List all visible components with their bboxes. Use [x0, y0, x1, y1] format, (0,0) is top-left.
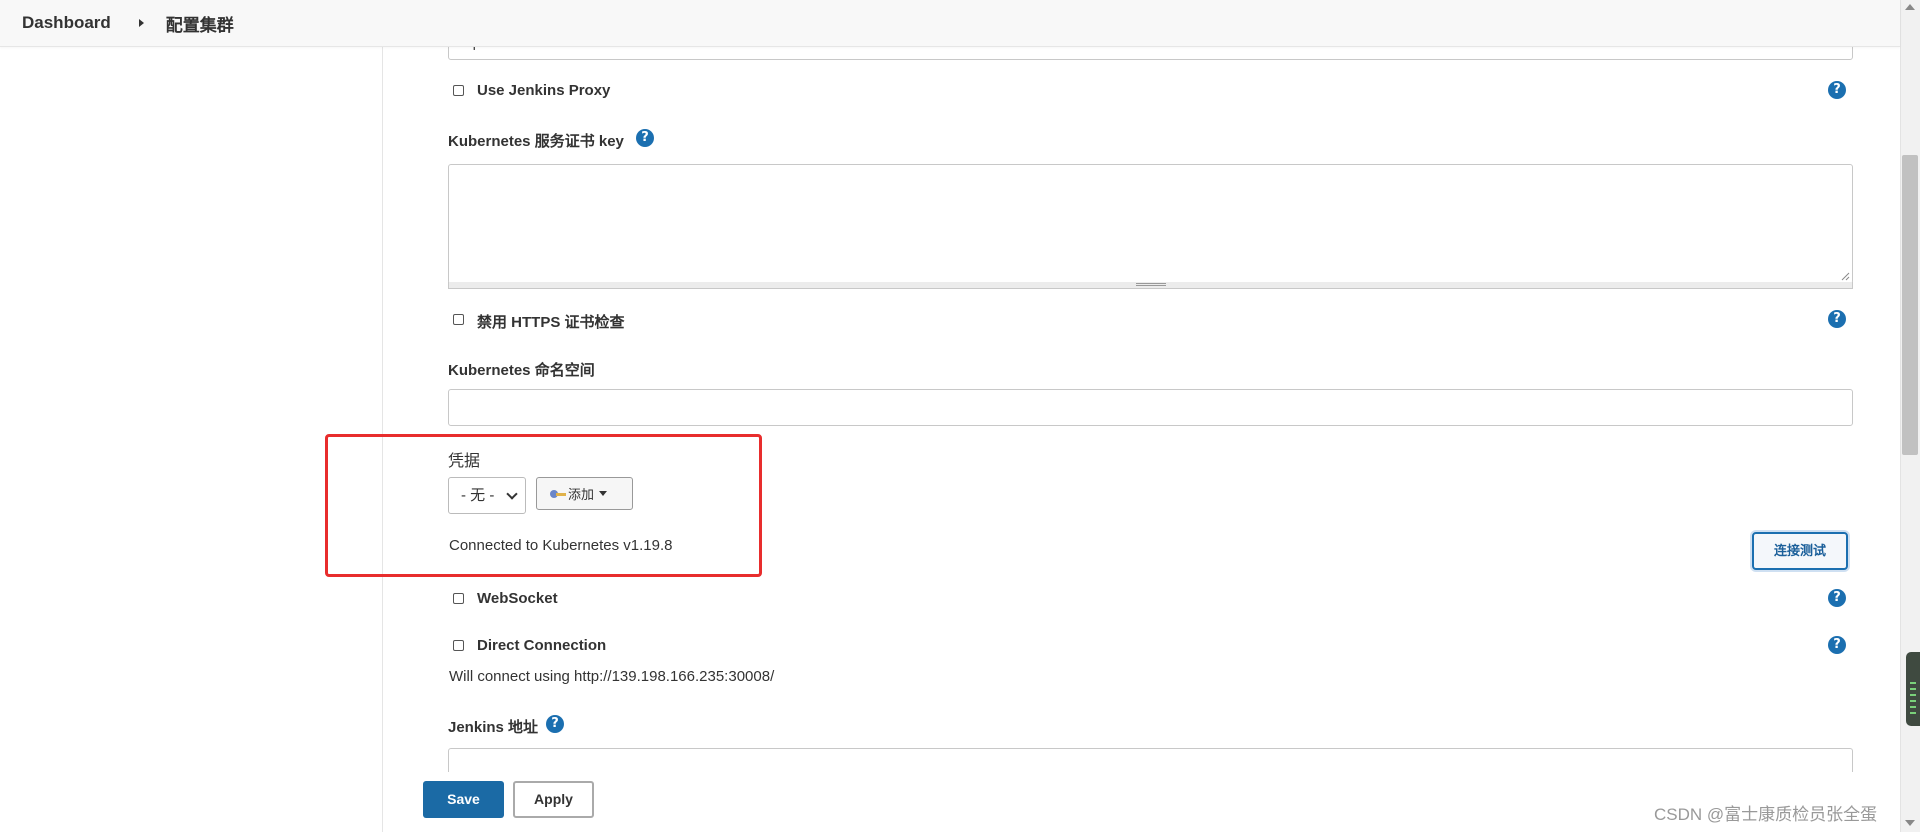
namespace-input[interactable] [448, 389, 1853, 426]
websocket-checkbox[interactable] [453, 593, 464, 604]
direct-connection-note: Will connect using http://139.198.166.23… [449, 668, 775, 685]
connection-status-text: Connected to Kubernetes v1.19.8 [449, 537, 673, 554]
credentials-label: 凭据 [448, 453, 481, 470]
breadcrumb-separator-icon [138, 19, 144, 27]
jenkins-url-label: Jenkins 地址 [448, 719, 539, 736]
credentials-select[interactable]: - 无 - [448, 477, 526, 514]
namespace-label: Kubernetes 命名空间 [448, 362, 595, 379]
direct-connection-checkbox[interactable] [453, 640, 464, 651]
add-credentials-label: 添加 [568, 487, 595, 502]
scroll-up-icon[interactable] [1905, 4, 1915, 10]
server-cert-key-help-icon[interactable]: ? [636, 129, 654, 147]
scrollbar-thumb[interactable] [1902, 155, 1918, 455]
credentials-selected-value: - 无 - [461, 487, 495, 504]
resize-handle-icon [1135, 283, 1166, 284]
breadcrumb-bar: Dashboard 配置集群 [0, 0, 1900, 47]
disable-https-check-label: 禁用 HTTPS 证书检查 [477, 314, 625, 331]
save-button[interactable]: Save [423, 781, 504, 818]
textarea-resize-bar[interactable] [448, 282, 1853, 289]
jenkins-url-help-icon[interactable]: ? [546, 715, 564, 733]
use-jenkins-proxy-checkbox[interactable] [453, 85, 464, 96]
websocket-label: WebSocket [477, 590, 558, 607]
server-cert-key-textarea[interactable] [448, 164, 1853, 284]
server-cert-key-label: Kubernetes 服务证书 key [448, 133, 624, 150]
scroll-down-icon[interactable] [1905, 820, 1915, 826]
resize-grip-icon[interactable] [1840, 271, 1850, 281]
apply-button[interactable]: Apply [513, 781, 594, 818]
direct-connection-label: Direct Connection [477, 637, 607, 654]
side-widget-handle[interactable] [1906, 652, 1920, 726]
jenkins-url-input[interactable] [448, 748, 1853, 772]
websocket-help-icon[interactable]: ? [1828, 589, 1846, 607]
disable-https-check-checkbox[interactable] [453, 314, 464, 325]
caret-down-icon [599, 491, 608, 496]
chevron-down-icon [506, 488, 518, 500]
breadcrumb-current: 配置集群 [165, 15, 234, 35]
key-icon [550, 489, 566, 499]
use-jenkins-proxy-help-icon[interactable]: ? [1828, 81, 1846, 99]
use-jenkins-proxy-label: Use Jenkins Proxy [477, 82, 611, 99]
test-connection-button[interactable]: 连接测试 [1752, 532, 1848, 570]
disable-https-check-help-icon[interactable]: ? [1828, 310, 1846, 328]
direct-connection-help-icon[interactable]: ? [1828, 636, 1846, 654]
add-credentials-button[interactable]: 添加 [536, 477, 633, 510]
watermark-text: CSDN @富士康质检员张全蛋 [1654, 805, 1878, 824]
breadcrumb-dashboard-link[interactable]: Dashboard [22, 13, 111, 33]
